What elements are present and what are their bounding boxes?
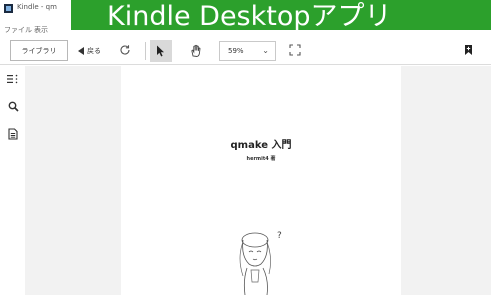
toolbar: ライブラリ 戻る 59% ⌄ bbox=[0, 37, 491, 65]
toc-button[interactable] bbox=[7, 73, 19, 85]
book-page[interactable]: qmake 入門 hermit4 著 ? bbox=[121, 66, 401, 295]
cover-illustration: ? bbox=[239, 231, 282, 295]
toc-icon bbox=[7, 74, 18, 84]
back-button[interactable]: 戻る bbox=[78, 41, 101, 61]
notes-icon bbox=[8, 128, 18, 140]
zoom-value: 59% bbox=[228, 47, 244, 55]
hand-icon bbox=[191, 44, 201, 57]
fullscreen-icon bbox=[289, 44, 301, 56]
back-arrow-icon bbox=[78, 47, 84, 55]
back-button-label: 戻る bbox=[87, 47, 101, 55]
window-title: Kindle - qm bbox=[17, 3, 57, 11]
cursor-arrow-icon bbox=[157, 45, 164, 57]
book-author: hermit4 著 bbox=[246, 156, 276, 162]
library-button[interactable]: ライブラリ bbox=[10, 40, 68, 61]
search-button[interactable] bbox=[7, 100, 19, 112]
svg-text:?: ? bbox=[277, 231, 282, 241]
fullscreen-button[interactable] bbox=[287, 42, 303, 58]
bookmark-button[interactable] bbox=[462, 43, 474, 57]
left-sidebar bbox=[0, 66, 25, 295]
chevron-down-icon: ⌄ bbox=[262, 46, 269, 55]
reading-area[interactable]: qmake 入門 hermit4 著 ? bbox=[25, 66, 491, 295]
banner-text: Kindle Desktopアプリ bbox=[107, 1, 392, 30]
title-banner: Kindle Desktopアプリ bbox=[71, 0, 491, 30]
bookmark-icon bbox=[464, 45, 472, 55]
toolbar-divider bbox=[145, 42, 146, 60]
book-title: qmake 入門 bbox=[230, 140, 292, 151]
search-icon bbox=[8, 101, 19, 112]
zoom-select[interactable]: 59% ⌄ bbox=[219, 41, 276, 61]
hand-tool-button[interactable] bbox=[186, 41, 206, 61]
menu-file[interactable]: ファイル bbox=[4, 25, 32, 35]
refresh-button[interactable] bbox=[118, 43, 132, 57]
menu-view[interactable]: 表示 bbox=[34, 25, 48, 35]
refresh-icon bbox=[120, 45, 130, 55]
library-button-label: ライブラリ bbox=[21, 46, 57, 55]
kindle-app-icon bbox=[4, 4, 13, 13]
notes-button[interactable] bbox=[7, 128, 19, 140]
select-tool-button[interactable] bbox=[150, 40, 172, 62]
